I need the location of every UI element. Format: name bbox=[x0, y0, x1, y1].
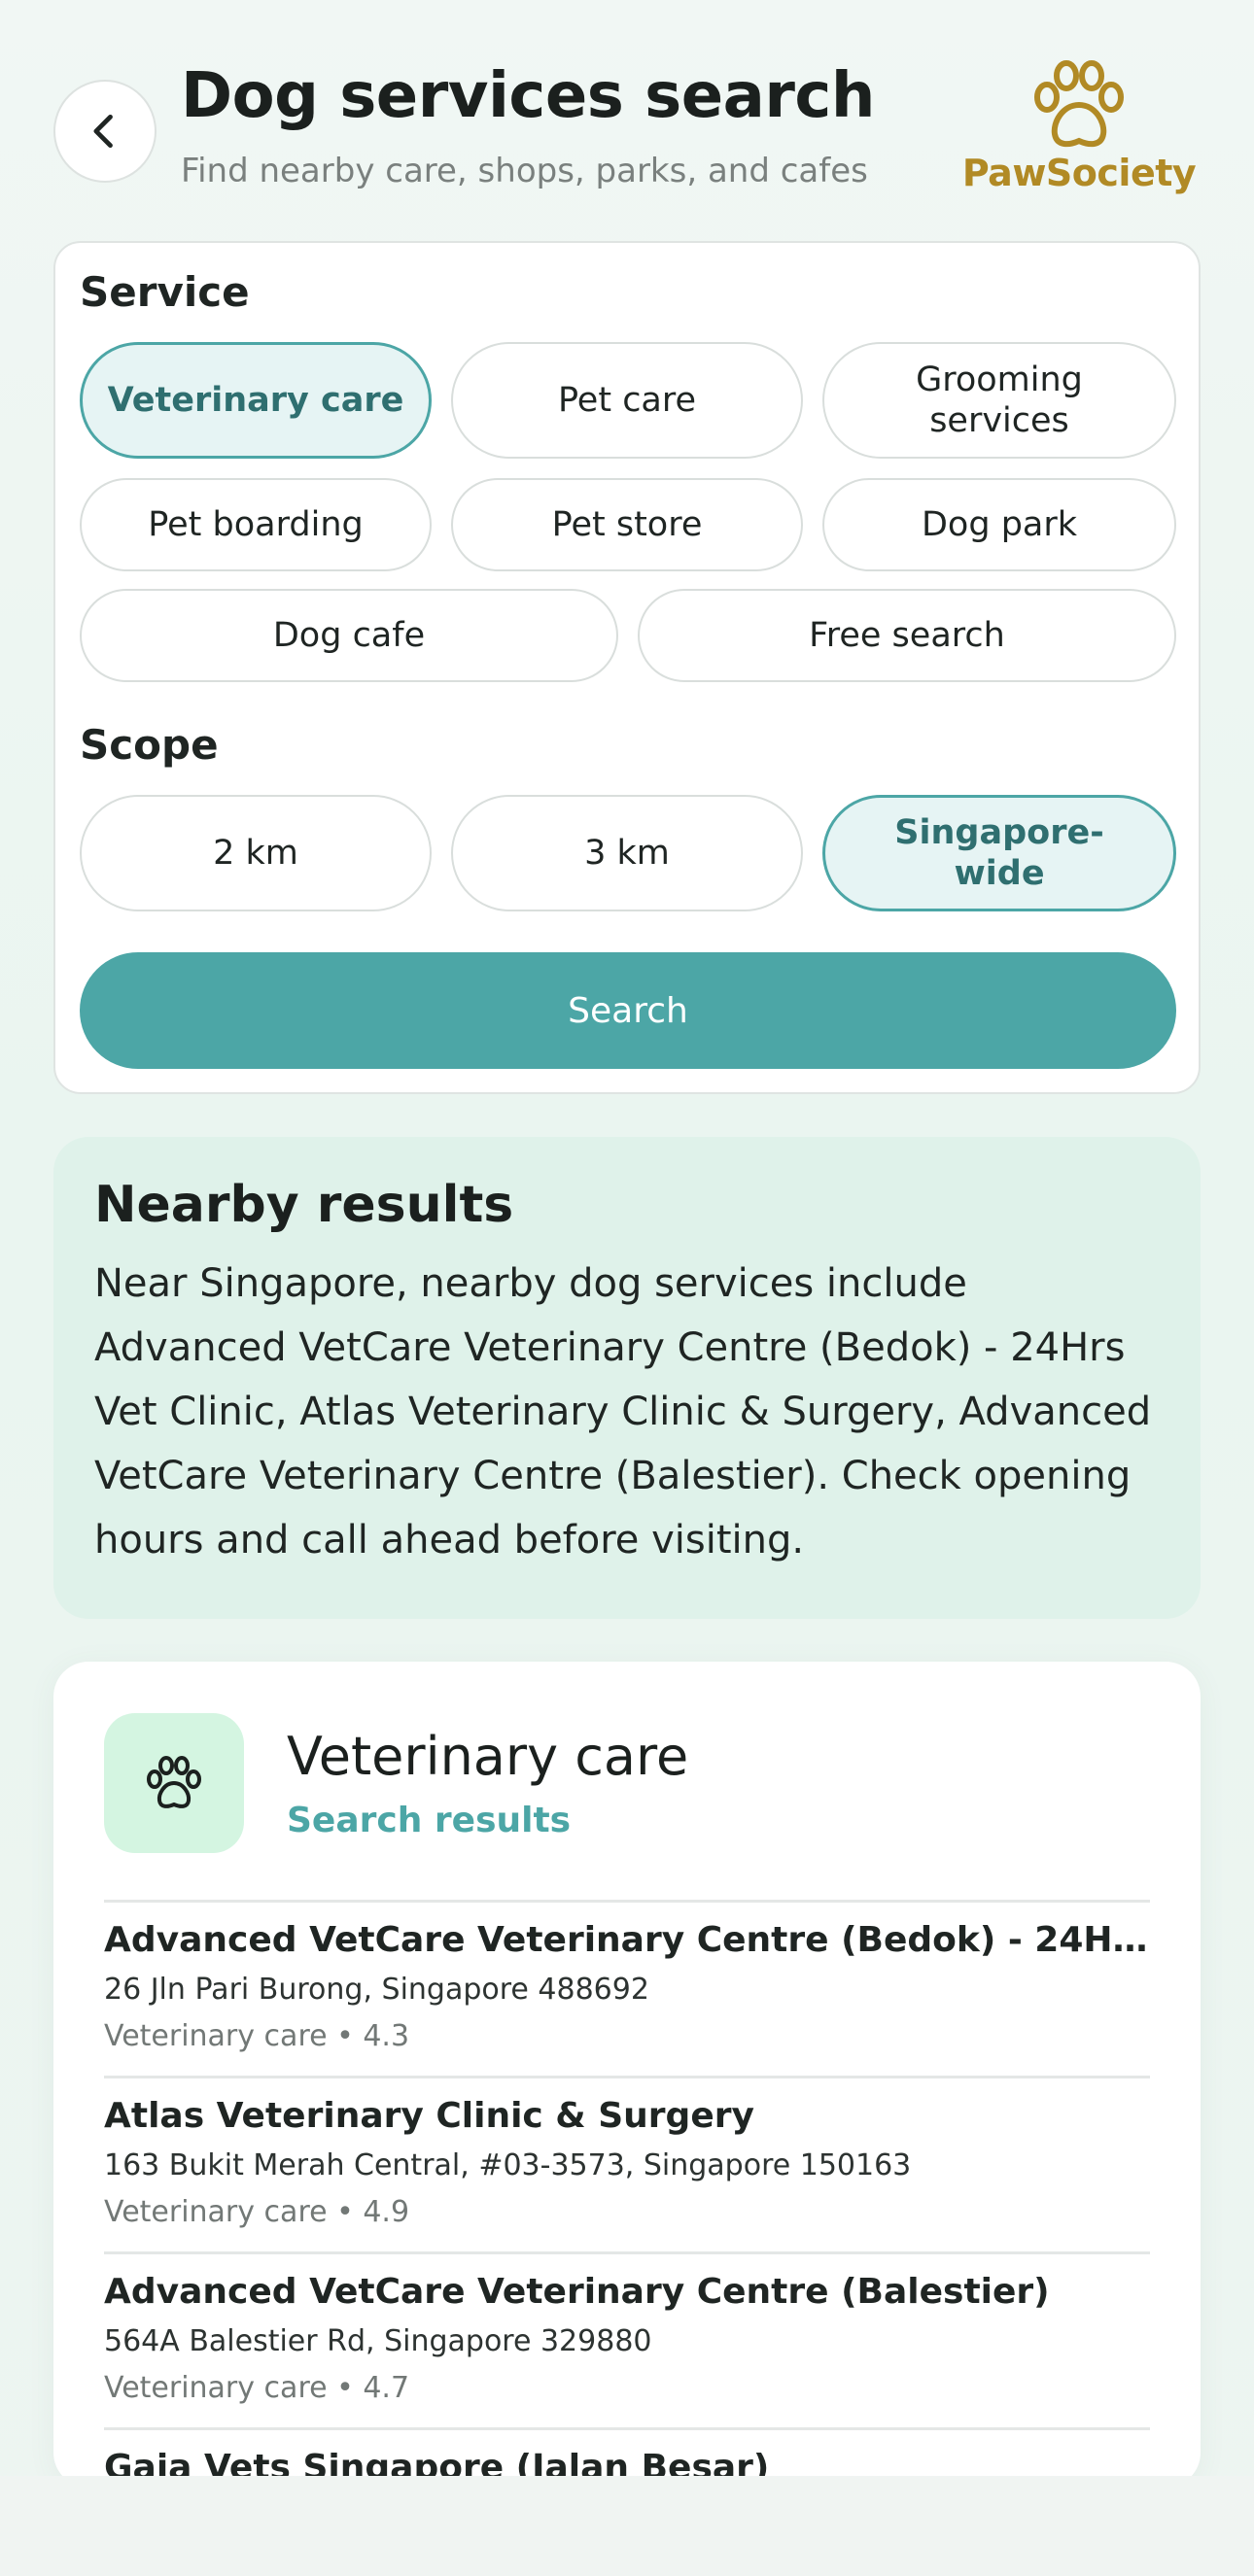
search-button[interactable]: Search bbox=[80, 952, 1176, 1069]
service-chip-dog-cafe[interactable]: Dog cafe bbox=[80, 589, 618, 682]
result-meta: Veterinary care • 4.9 bbox=[104, 2195, 410, 2229]
logo-text: PawSociety bbox=[961, 152, 1197, 194]
scope-chip-singapore-wide[interactable]: Singapore-wide bbox=[822, 795, 1176, 911]
bottom-bar bbox=[0, 2476, 1254, 2576]
category-title: Veterinary care bbox=[287, 1726, 689, 1787]
service-chip-veterinary-care[interactable]: Veterinary care bbox=[80, 342, 432, 459]
service-chip-free-search[interactable]: Free search bbox=[638, 589, 1176, 682]
chevron-left-icon bbox=[93, 114, 113, 149]
results-card: Veterinary care Search results Advanced … bbox=[53, 1662, 1201, 2488]
service-chip-pet-store[interactable]: Pet store bbox=[451, 478, 803, 571]
result-meta: Veterinary care • 4.3 bbox=[104, 2019, 410, 2053]
summary-text: Near Singapore, nearby dog services incl… bbox=[94, 1261, 1152, 1563]
brand-logo: PawSociety bbox=[961, 58, 1197, 204]
back-button[interactable] bbox=[53, 80, 157, 183]
category-icon-tile bbox=[104, 1713, 244, 1853]
filter-card: Service Veterinary care Pet care Groomin… bbox=[53, 241, 1201, 1094]
service-chip-pet-care[interactable]: Pet care bbox=[451, 342, 803, 459]
category-subtitle: Search results bbox=[287, 1801, 572, 1840]
summary-panel: Nearby results Near Singapore, nearby do… bbox=[53, 1137, 1201, 1619]
page-title: Dog services search bbox=[181, 60, 875, 132]
result-address: 26 Jln Pari Burong, Singapore 488692 bbox=[104, 1973, 649, 2007]
service-chip-dog-park[interactable]: Dog park bbox=[822, 478, 1176, 571]
paw-icon bbox=[147, 1756, 201, 1808]
result-name: Advanced VetCare Veterinary Centre (Bedo… bbox=[104, 1920, 1150, 1960]
result-name: Advanced VetCare Veterinary Centre (Bale… bbox=[104, 2272, 1050, 2312]
result-item[interactable]: Advanced VetCare Veterinary Centre (Bedo… bbox=[104, 1900, 1150, 2076]
page-subtitle: Find nearby care, shops, parks, and cafe… bbox=[181, 152, 868, 190]
service-label: Service bbox=[80, 268, 250, 316]
summary-title: Nearby results bbox=[94, 1176, 514, 1234]
service-chip-grooming-services[interactable]: Grooming services bbox=[822, 342, 1176, 459]
result-meta: Veterinary care • 4.7 bbox=[104, 2371, 410, 2405]
scope-chip-2km[interactable]: 2 km bbox=[80, 795, 432, 911]
result-item[interactable]: Advanced VetCare Veterinary Centre (Bale… bbox=[104, 2251, 1150, 2427]
service-chip-pet-boarding[interactable]: Pet boarding bbox=[80, 478, 432, 571]
scope-label: Scope bbox=[80, 721, 219, 769]
result-address: 564A Balestier Rd, Singapore 329880 bbox=[104, 2324, 652, 2358]
result-name: Atlas Veterinary Clinic & Surgery bbox=[104, 2096, 754, 2136]
result-address: 163 Bukit Merah Central, #03-3573, Singa… bbox=[104, 2148, 912, 2182]
paw-logo-icon bbox=[1034, 60, 1124, 148]
result-item[interactable]: Atlas Veterinary Clinic & Surgery 163 Bu… bbox=[104, 2076, 1150, 2251]
scope-chip-3km[interactable]: 3 km bbox=[451, 795, 803, 911]
result-list: Advanced VetCare Veterinary Centre (Bedo… bbox=[104, 1900, 1150, 2488]
